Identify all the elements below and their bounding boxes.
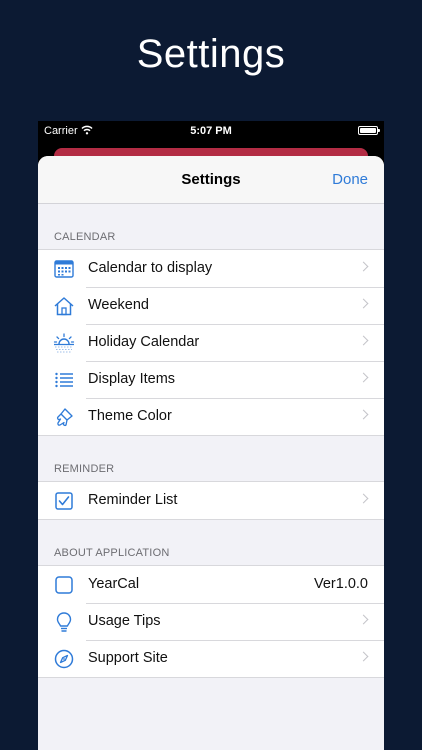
status-time: 5:07 PM — [190, 125, 232, 137]
row-weekend[interactable]: Weekend — [38, 287, 384, 324]
row-usage-tips[interactable]: Usage Tips — [38, 603, 384, 640]
row-reminder-list[interactable]: Reminder List — [38, 482, 384, 519]
chevron-right-icon — [358, 298, 369, 309]
section-header-calendar: CALENDAR — [54, 231, 116, 243]
row-label: Usage Tips — [88, 613, 161, 629]
row-display-items[interactable]: Display Items — [38, 361, 384, 398]
row-calendar-to-display[interactable]: Calendar to display — [38, 250, 384, 287]
phone-screen: Carrier 5:07 PM Settings Done CALENDAR C… — [38, 121, 384, 750]
done-button[interactable]: Done — [332, 171, 368, 188]
navigation-bar: Settings Done — [38, 156, 384, 204]
list-icon — [53, 369, 75, 391]
house-icon — [53, 295, 75, 317]
version-value: Ver1.0.0 — [313, 576, 368, 592]
row-label: Reminder List — [88, 492, 178, 508]
chevron-right-icon — [358, 409, 369, 420]
row-label: Weekend — [88, 297, 149, 313]
chevron-right-icon — [358, 261, 369, 272]
reminder-group: Reminder List — [38, 481, 384, 520]
sunrise-icon — [53, 332, 75, 354]
chevron-right-icon — [358, 614, 369, 625]
checkbox-icon — [53, 490, 75, 512]
row-label: YearCal — [88, 576, 140, 592]
row-label: Support Site — [88, 650, 168, 666]
compass-icon — [53, 648, 75, 670]
chevron-right-icon — [358, 335, 369, 346]
status-bar: Carrier 5:07 PM — [38, 121, 384, 141]
row-support-site[interactable]: Support Site — [38, 640, 384, 677]
row-label: Calendar to display — [88, 260, 213, 276]
about-group: YearCal Ver1.0.0 Usage Tips Support Site — [38, 565, 384, 678]
row-label: Display Items — [88, 371, 176, 387]
settings-sheet: Settings Done CALENDAR Calendar to displ… — [38, 156, 384, 750]
row-theme-color[interactable]: Theme Color — [38, 398, 384, 435]
calendar-grid-icon — [53, 258, 75, 280]
lightbulb-icon — [53, 611, 75, 633]
chevron-right-icon — [358, 372, 369, 383]
battery-icon — [358, 126, 380, 135]
app-square-icon — [53, 574, 75, 596]
row-holiday-calendar[interactable]: Holiday Calendar — [38, 324, 384, 361]
paintbrush-icon — [53, 406, 75, 428]
chevron-right-icon — [358, 651, 369, 662]
row-label: Theme Color — [88, 408, 172, 424]
row-app-version: YearCal Ver1.0.0 — [38, 566, 384, 603]
promo-title: Settings — [136, 32, 286, 76]
calendar-group: Calendar to display Weekend Holiday Cale… — [38, 249, 384, 436]
row-label: Holiday Calendar — [88, 334, 200, 350]
chevron-right-icon — [358, 493, 369, 504]
section-header-about: ABOUT APPLICATION — [54, 547, 170, 559]
section-header-reminder: REMINDER — [54, 463, 115, 475]
